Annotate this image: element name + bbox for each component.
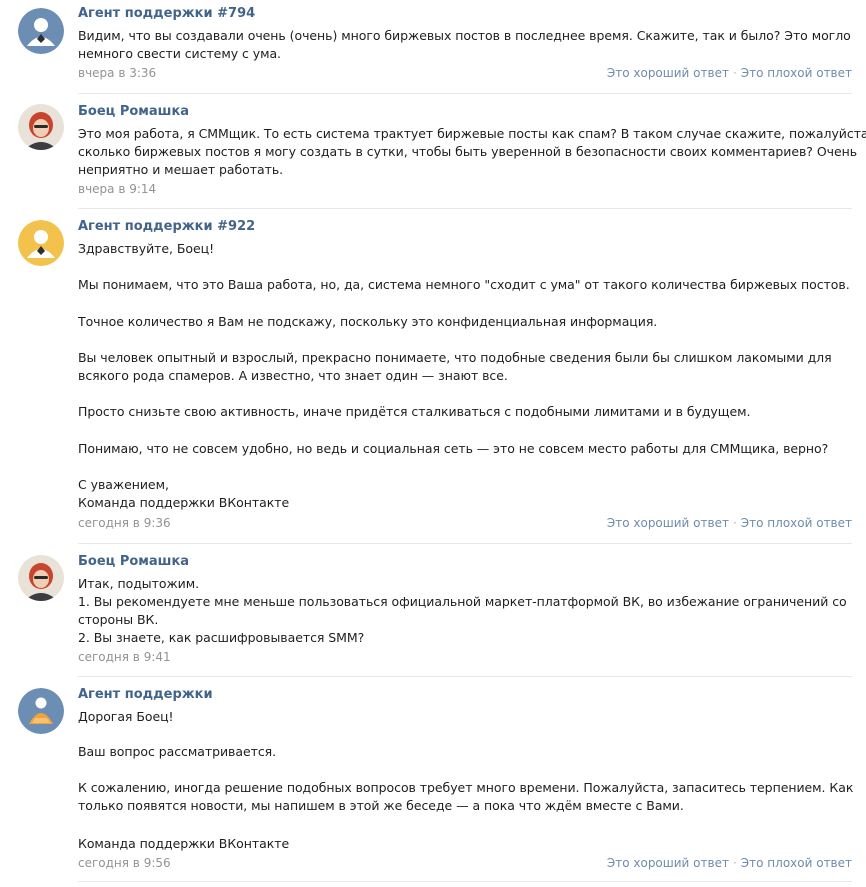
message-text: Ваш вопрос рассматривается. (78, 744, 277, 759)
rating-separator: · (732, 66, 737, 80)
author-name[interactable]: Боец Ромашка (78, 554, 189, 569)
message-timestamp[interactable]: сегодня в 9:41 (78, 650, 171, 664)
good-answer-link[interactable]: Это хороший ответ (607, 516, 729, 530)
divider (78, 93, 852, 94)
message-text: Просто снизьте свою активность, иначе пр… (78, 404, 751, 419)
message-text: К сожалению, иногда решение подобных воп… (78, 780, 854, 795)
message-timestamp[interactable]: сегодня в 9:36 (78, 516, 171, 530)
user-photo-avatar[interactable] (18, 104, 64, 150)
message-text: неприятно и мешает работать. (78, 162, 284, 177)
bad-answer-link[interactable]: Это плохой ответ (741, 66, 852, 80)
message-text: немного свести систему с ума. (78, 46, 281, 61)
divider (78, 208, 852, 209)
message-text: Точное количество я Вам не подскажу, пос… (78, 314, 658, 329)
message-text: Понимаю, что не совсем удобно, но ведь и… (78, 441, 829, 456)
message-timestamp[interactable]: вчера в 3:36 (78, 66, 156, 80)
message-text: С уважением, (78, 477, 169, 492)
author-name[interactable]: Агент поддержки (78, 687, 213, 702)
rating-separator: · (732, 856, 737, 870)
message-text: Команда поддержки ВКонтакте (78, 836, 290, 851)
message-text: всякого рода спамеров. А известно, что з… (78, 368, 508, 383)
divider (78, 676, 852, 677)
bad-answer-link[interactable]: Это плохой ответ (741, 516, 852, 530)
message-text: Команда поддержки ВКонтакте (78, 495, 290, 510)
agent-avatar-icon[interactable] (18, 220, 64, 266)
message-text: Мы понимаем, что это Ваша работа, но, да… (78, 277, 850, 292)
message-text: Это моя работа, я СММщик. То есть систем… (78, 126, 866, 141)
message-text: стороны ВК. (78, 612, 159, 627)
message-text: Видим, что вы создавали очень (очень) мн… (78, 28, 851, 43)
author-name[interactable]: Боец Ромашка (78, 104, 189, 119)
answer-rating: Это хороший ответ · Это плохой ответ (607, 516, 852, 530)
divider (78, 881, 852, 882)
message-text: 2. Вы знаете, как расшифровывается SMM? (78, 630, 365, 645)
message-text: сколько биржевых постов я могу создать в… (78, 144, 858, 159)
good-answer-link[interactable]: Это хороший ответ (607, 856, 729, 870)
answer-rating: Это хороший ответ · Это плохой ответ (607, 66, 852, 80)
agent-avatar-icon[interactable] (18, 8, 64, 54)
message-timestamp[interactable]: сегодня в 9:56 (78, 856, 171, 870)
good-answer-link[interactable]: Это хороший ответ (607, 66, 729, 80)
divider (78, 543, 852, 544)
answer-rating: Это хороший ответ · Это плохой ответ (607, 856, 852, 870)
message-text: только появятся новости, мы напишем в эт… (78, 798, 684, 813)
bad-answer-link[interactable]: Это плохой ответ (741, 856, 852, 870)
agent-avatar-icon[interactable] (18, 688, 64, 734)
message-text: Итак, подытожим. (78, 576, 200, 591)
message-text: Вы человек опытный и взрослый, прекрасно… (78, 350, 832, 365)
author-name[interactable]: Агент поддержки #922 (78, 219, 255, 234)
message-text: 1. Вы рекомендуете мне меньше пользовать… (78, 594, 847, 609)
message-text: Здравствуйте, Боец! (78, 241, 215, 256)
user-photo-avatar[interactable] (18, 555, 64, 601)
message-timestamp[interactable]: вчера в 9:14 (78, 182, 156, 196)
author-name[interactable]: Агент поддержки #794 (78, 6, 255, 21)
rating-separator: · (732, 516, 737, 530)
message-text: Дорогая Боец! (78, 709, 174, 724)
